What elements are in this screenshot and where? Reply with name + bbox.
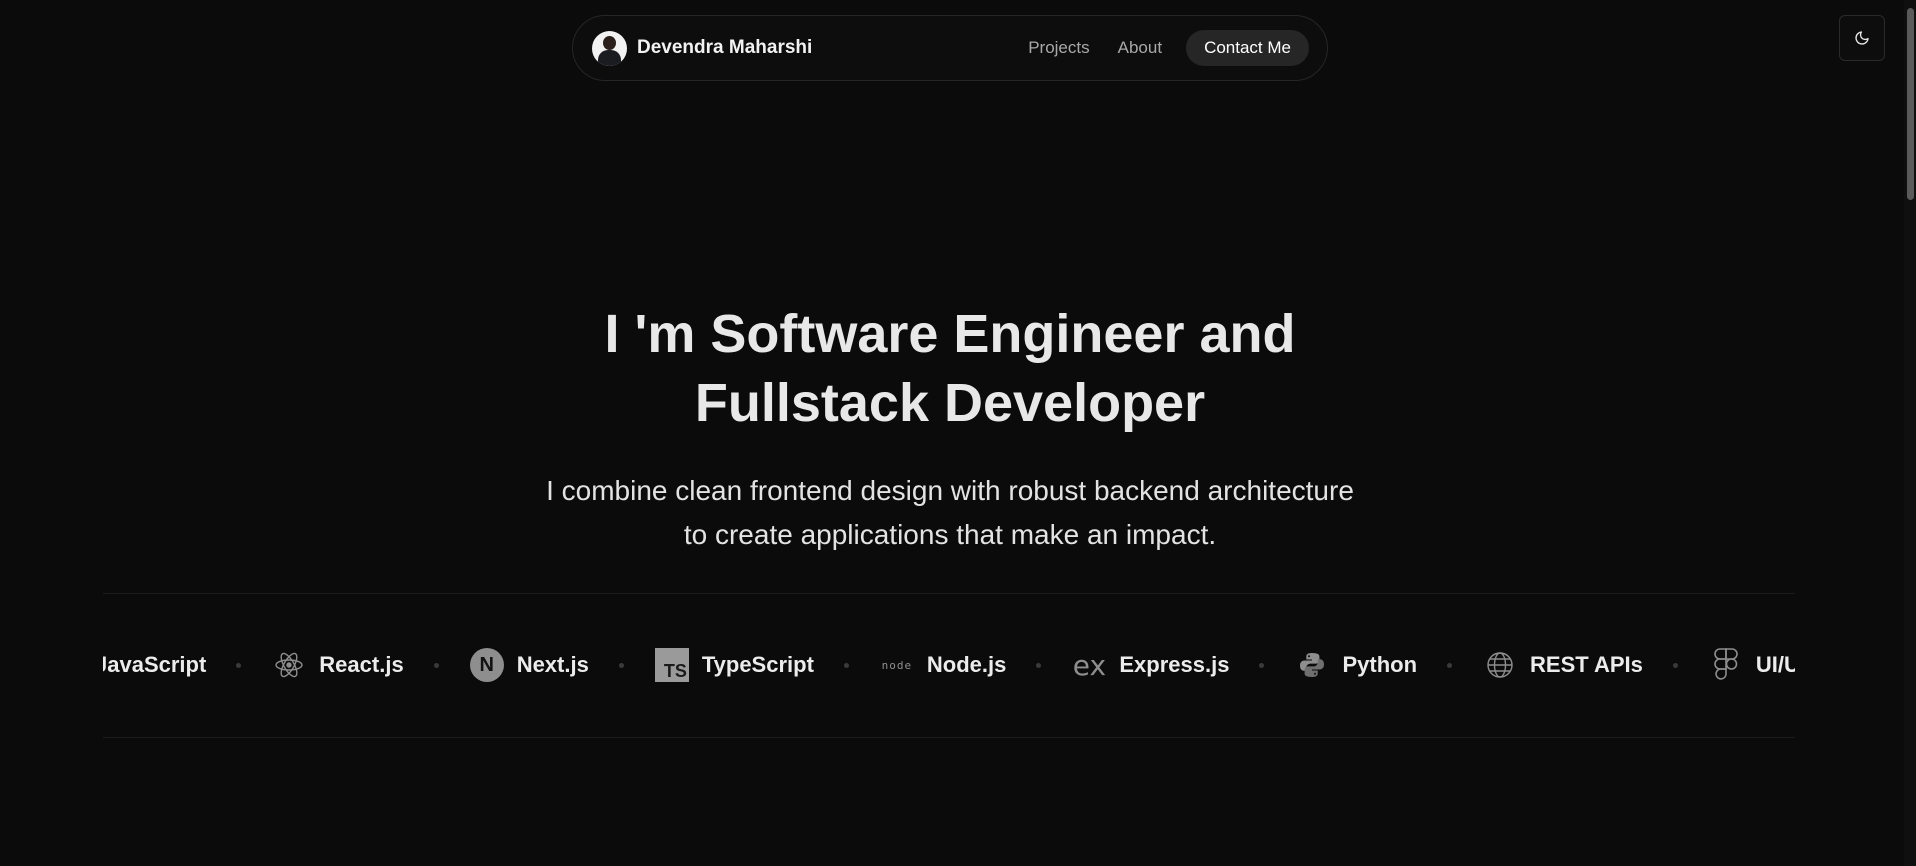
separator-dot (1447, 662, 1453, 668)
separator-dot (433, 662, 439, 668)
brand-name: Devendra Maharshi (637, 37, 813, 58)
hero-subtitle-line2: to create applications that make an impa… (683, 519, 1217, 550)
tech-name: Python (1342, 652, 1418, 677)
contact-me-button[interactable]: Contact Me (1186, 30, 1309, 66)
separator-dot (1259, 662, 1265, 668)
nav-link-about[interactable]: About (1118, 38, 1162, 58)
page: Devendra Maharshi Projects About Contact… (0, 0, 1916, 866)
avatar (592, 30, 627, 66)
tech-item-nextjs: N Next.js (469, 647, 589, 683)
figma-icon (1708, 647, 1744, 683)
tech-name: Next.js (516, 652, 589, 677)
separator-dot (1672, 662, 1678, 668)
brand[interactable]: Devendra Maharshi (592, 30, 813, 66)
separator-dot (236, 662, 242, 668)
scrollbar-thumb[interactable] (1907, 8, 1914, 200)
nav-link-projects[interactable]: Projects (1028, 38, 1089, 58)
hero-subtitle: I combine clean frontend design with rob… (0, 469, 1900, 557)
react-icon (271, 647, 307, 683)
tech-item-uiux: UI/UX (1708, 647, 1795, 683)
hero-title-line1: I 'm Software Engineer and (604, 304, 1296, 364)
tech-stack-track: JavaScript React.js N Next.js TS TypeScr… (103, 593, 1795, 737)
moon-icon (1855, 31, 1869, 45)
tech-stack-marquee: JavaScript React.js N Next.js TS TypeScr… (103, 593, 1795, 737)
separator-dot (1036, 662, 1042, 668)
marquee-divider-bottom (103, 737, 1795, 738)
tech-name: Node.js (926, 652, 1007, 677)
python-icon (1294, 647, 1330, 683)
tech-item-python: Python (1294, 647, 1417, 683)
express-icon: ex (1072, 648, 1107, 682)
separator-dot (843, 662, 849, 668)
tech-name: React.js (319, 652, 404, 677)
tech-item-express: ex Express.js (1071, 647, 1230, 683)
tech-name: JavaScript (103, 652, 207, 677)
globe-icon (1482, 647, 1518, 683)
scrollbar[interactable] (1904, 0, 1916, 866)
nodejs-icon: node (881, 658, 913, 672)
tech-item-react: React.js (271, 647, 404, 683)
nextjs-icon: N (469, 647, 505, 683)
theme-toggle-button[interactable] (1839, 15, 1885, 61)
tech-name: REST APIs (1530, 652, 1643, 677)
tech-item-nodejs: node Node.js (879, 647, 1007, 683)
hero-title: I 'm Software Engineer and Fullstack Dev… (0, 300, 1900, 438)
typescript-icon: TS (654, 647, 690, 683)
tech-name: TypeScript (701, 652, 814, 677)
hero-title-line2: Fullstack Developer (694, 373, 1206, 433)
top-navbar: Devendra Maharshi Projects About Contact… (572, 15, 1328, 81)
tech-item-javascript: JavaScript (103, 652, 206, 678)
tech-item-rest-apis: REST APIs (1482, 647, 1643, 683)
nav-links: Projects About Contact Me (1028, 30, 1309, 66)
tech-name: Express.js (1119, 652, 1230, 677)
tech-item-typescript: TS TypeScript (654, 647, 814, 683)
hero-subtitle-line1: I combine clean frontend design with rob… (546, 475, 1354, 506)
tech-name: UI/UX (1755, 652, 1795, 677)
separator-dot (618, 662, 624, 668)
